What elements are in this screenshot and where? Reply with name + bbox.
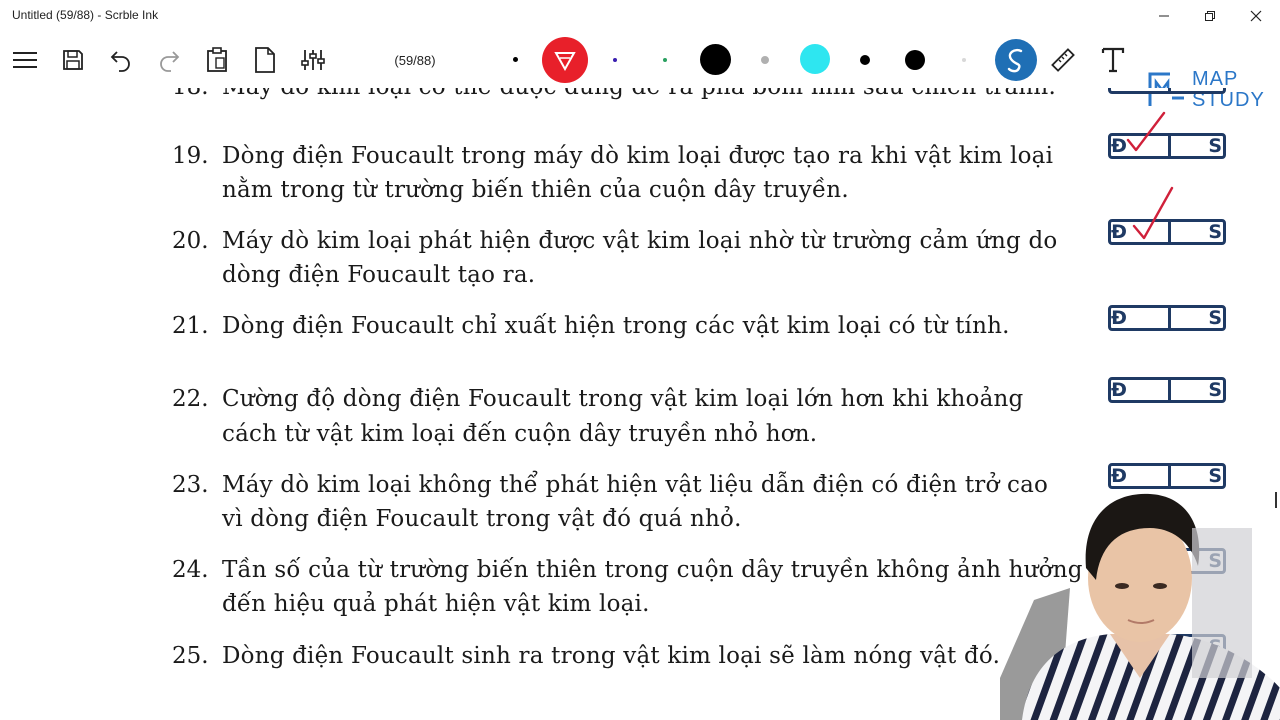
question-23-number: 23. (172, 472, 209, 498)
paste-button[interactable] (200, 32, 234, 88)
false-mark: S (1208, 307, 1222, 329)
text-icon (1101, 47, 1125, 73)
answer-box-22[interactable]: Đ S (1108, 377, 1226, 403)
scrollbar-thumb[interactable] (1275, 492, 1277, 508)
question-19-line-2: nằm trong từ trường biến thiên của cuộn … (222, 177, 849, 203)
answer-box-divider (1168, 308, 1171, 328)
answer-box-21[interactable]: Đ S (1108, 305, 1226, 331)
menu-icon (13, 52, 37, 68)
question-22-line-1: Cường độ dòng điện Foucault trong vật ki… (222, 386, 1024, 412)
new-page-icon (255, 47, 275, 73)
false-mark: S (1208, 465, 1222, 487)
lasso-icon (1007, 48, 1023, 73)
question-19-line-1: Dòng điện Foucault trong máy dò kim loại… (222, 143, 1054, 169)
question-23-line-1: Máy dò kim loại không thể phát hiện vật … (222, 472, 1049, 498)
redo-icon (160, 51, 180, 72)
false-mark: S (1208, 135, 1222, 157)
presenter-webcam-overlay (1000, 493, 1280, 720)
lasso-swatch (995, 39, 1037, 81)
true-mark: Đ (1111, 465, 1127, 487)
restore-icon (1205, 11, 1215, 21)
answer-box-divider (1168, 380, 1171, 400)
pen-color-gray[interactable] (761, 56, 769, 64)
question-25-number: 25. (172, 643, 209, 669)
pen-color-green[interactable] (663, 58, 667, 62)
false-mark: S (1208, 221, 1222, 243)
undo-button[interactable] (104, 32, 138, 88)
pen-color-black-large[interactable] (700, 44, 731, 75)
question-25-line-1: Dòng điện Foucault sinh ra trong vật kim… (222, 643, 1001, 669)
save-button[interactable] (56, 32, 90, 88)
question-22-line-2: cách từ vật kim loại đến cuộn dây truyền… (222, 421, 818, 447)
question-23-line-2: vì dòng điện Foucault trong vật đó quá n… (222, 506, 742, 532)
page-count: (59/88) (394, 52, 436, 68)
answer-box-23[interactable]: Đ S (1108, 463, 1226, 489)
text-tool[interactable] (1096, 32, 1130, 88)
answer-box-divider (1168, 466, 1171, 486)
settings-sliders-icon (301, 50, 325, 70)
question-24-line-2: đến hiệu quả phát hiện vật kim loại. (222, 591, 650, 617)
answer-box-divider (1168, 88, 1171, 91)
question-20-line-2: dòng điện Foucault tạo ra. (222, 262, 536, 288)
pen-color-cyan[interactable] (800, 44, 830, 74)
question-24-number: 24. (172, 557, 209, 583)
check-mark-icon (1126, 111, 1166, 152)
question-21-line-1: Dòng điện Foucault chỉ xuất hiện trong c… (222, 313, 1010, 339)
question-18-text: Máy dò kim loại có thể được dùng để rà p… (222, 88, 1056, 100)
redo-button[interactable] (152, 32, 186, 88)
lasso-tool[interactable] (994, 32, 1038, 88)
true-mark: Đ (1111, 379, 1127, 401)
highlighter-tool[interactable] (541, 32, 589, 88)
highlighter-icon (554, 52, 576, 71)
question-18-number: 18. (172, 88, 209, 100)
pen-color-purple[interactable] (613, 58, 617, 62)
new-page-button[interactable] (248, 32, 282, 88)
ruler-tool[interactable] (1046, 32, 1080, 88)
pen-color-black-bold[interactable] (905, 50, 925, 70)
true-mark: Đ (1111, 221, 1127, 243)
answer-box-18[interactable] (1108, 88, 1226, 94)
check-mark-icon (1132, 186, 1174, 240)
window-title: Untitled (59/88) - Scrble Ink (12, 8, 159, 22)
question-22-number: 22. (172, 386, 209, 412)
question-20-line-1: Máy dò kim loại phát hiện được vật kim l… (222, 228, 1058, 254)
question-19-number: 19. (172, 143, 209, 169)
minimize-icon (1159, 15, 1169, 17)
minimize-button[interactable] (1141, 0, 1187, 32)
settings-button[interactable] (296, 32, 330, 88)
toolbar: (59/88) MAP STUDY (0, 32, 1280, 111)
save-icon (63, 50, 83, 70)
false-mark: S (1208, 379, 1222, 401)
question-24-line-1: Tần số của từ trường biến thiên trong cu… (222, 557, 1083, 583)
menu-button[interactable] (8, 32, 42, 88)
highlighter-swatch (542, 37, 588, 83)
question-21-number: 21. (172, 313, 209, 339)
question-20-number: 20. (172, 228, 209, 254)
undo-icon (110, 51, 130, 72)
true-mark: Đ (1111, 307, 1127, 329)
close-button[interactable] (1233, 0, 1279, 32)
close-icon (1250, 10, 1262, 22)
pen-color-light-gray[interactable] (962, 58, 966, 62)
pen-color-black-small[interactable] (513, 57, 518, 62)
restore-button[interactable] (1187, 0, 1233, 32)
answer-box-divider (1168, 136, 1171, 156)
ruler-icon (1051, 48, 1075, 72)
clipboard-icon (207, 47, 227, 72)
title-bar: Untitled (59/88) - Scrble Ink (0, 0, 1280, 32)
pen-color-black-medium[interactable] (860, 55, 870, 65)
